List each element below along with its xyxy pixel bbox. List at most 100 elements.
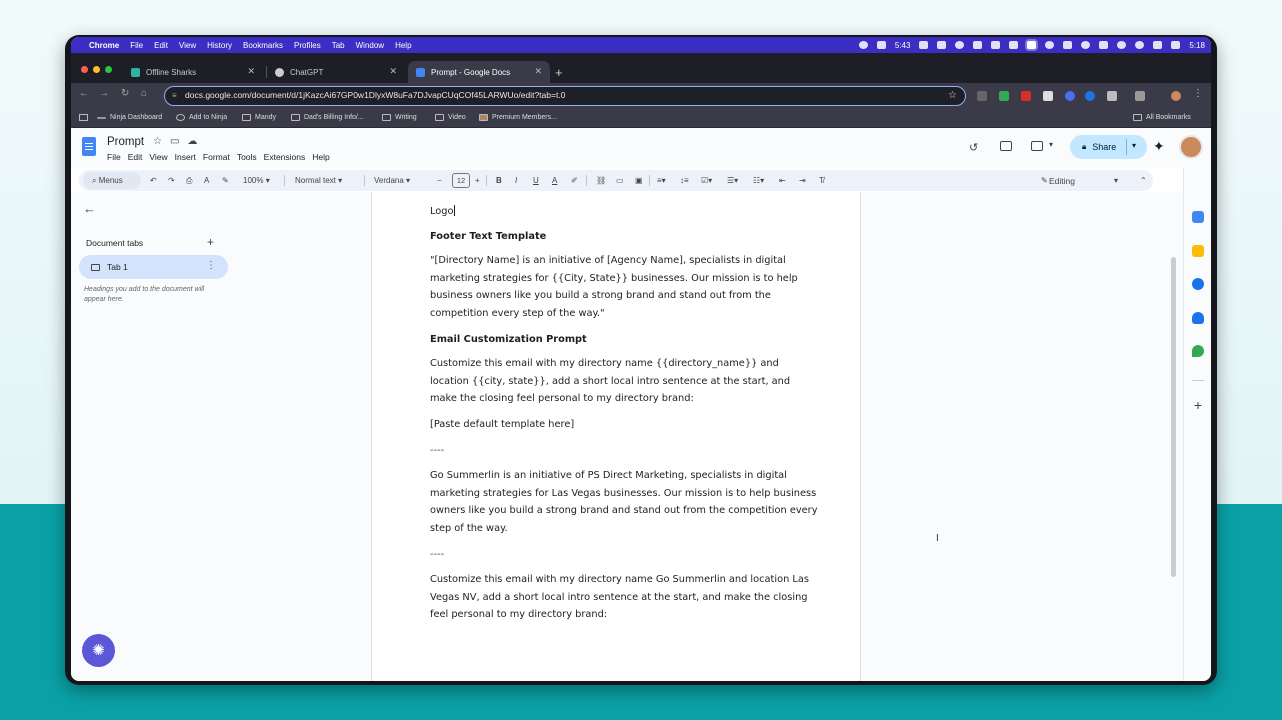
- comments-icon[interactable]: [1000, 141, 1012, 151]
- share-button[interactable]: 🔒︎ Share ▾: [1070, 135, 1147, 159]
- increase-font-size-icon[interactable]: +: [475, 176, 480, 185]
- bookmark-folder-writing[interactable]: Writing: [382, 114, 417, 121]
- bookmark-premium-members[interactable]: Premium Members...: [479, 114, 557, 121]
- gemini-sparkle-icon[interactable]: ✦: [1153, 138, 1165, 155]
- tab-chatgpt[interactable]: ChatGPT ✕: [267, 61, 405, 83]
- highlight-icon[interactable]: ✐: [571, 176, 578, 185]
- close-window-button[interactable]: [81, 66, 88, 73]
- spellcheck-icon[interactable]: A: [204, 176, 209, 185]
- align-icon[interactable]: ≡▾: [657, 176, 666, 185]
- example-prompt-paragraph[interactable]: Customize this email with my directory n…: [430, 571, 820, 624]
- timer-readout[interactable]: 5:43: [895, 41, 911, 50]
- clear-formatting-icon[interactable]: T̸: [819, 176, 824, 185]
- keep-icon[interactable]: [1192, 245, 1204, 257]
- zoom-select[interactable]: 100% ▾: [243, 176, 270, 185]
- footer-template-paragraph[interactable]: "[Directory Name] is an initiative of [A…: [430, 252, 820, 322]
- editing-mode-select[interactable]: Editing: [1049, 176, 1075, 186]
- control-center-icon[interactable]: [1171, 41, 1181, 49]
- sidebar-item-tab-1[interactable]: Tab 1 ⋮: [79, 255, 228, 279]
- floating-action-button[interactable]: ✺: [82, 634, 115, 667]
- chevron-up-icon[interactable]: ⌃: [1140, 176, 1147, 185]
- bulleted-list-icon[interactable]: ☰▾: [727, 176, 738, 185]
- clock[interactable]: 5:18: [1189, 41, 1205, 50]
- logo-line[interactable]: Logo: [430, 203, 820, 221]
- increase-indent-icon[interactable]: ⇥: [799, 176, 806, 185]
- menubar-window[interactable]: Window: [356, 41, 384, 50]
- paint-format-icon[interactable]: ✎: [222, 176, 229, 185]
- menubar-edit[interactable]: Edit: [154, 41, 168, 50]
- add-tab-icon[interactable]: +: [207, 235, 214, 249]
- example-footer-paragraph[interactable]: Go Summerlin is an initiative of PS Dire…: [430, 467, 820, 537]
- reading-list-icon[interactable]: [1135, 91, 1145, 101]
- style-select[interactable]: Normal text ▾: [295, 176, 342, 185]
- tab-offline-sharks[interactable]: Offline Sharks ✕: [123, 61, 263, 83]
- bookmark-add-to-ninja[interactable]: Add to Ninja: [176, 114, 227, 121]
- zoom-window-button[interactable]: [105, 66, 112, 73]
- chevron-down-icon[interactable]: ▾: [1114, 176, 1118, 185]
- divider-line[interactable]: ----: [430, 546, 820, 564]
- document-body[interactable]: Logo Footer Text Template "[Directory Na…: [430, 203, 820, 632]
- status-icon[interactable]: [858, 41, 868, 49]
- extension-icon[interactable]: [1065, 91, 1075, 101]
- font-select[interactable]: Verdana ▾: [374, 176, 410, 185]
- menu-format[interactable]: Format: [203, 152, 230, 162]
- status-icon[interactable]: [1045, 41, 1055, 49]
- comment-icon[interactable]: ▭: [616, 176, 624, 185]
- profile-avatar-icon[interactable]: [1171, 91, 1181, 101]
- menu-extensions[interactable]: Extensions: [264, 152, 306, 162]
- maps-icon[interactable]: [1192, 345, 1204, 357]
- meet-camera-icon[interactable]: [1031, 141, 1043, 151]
- vertical-scrollbar[interactable]: [1171, 257, 1176, 577]
- bold-icon[interactable]: B: [496, 176, 502, 185]
- extension-icon[interactable]: [999, 91, 1009, 101]
- decrease-font-size-icon[interactable]: −: [437, 176, 442, 185]
- undo-icon[interactable]: ↶: [150, 176, 157, 185]
- status-icon[interactable]: [919, 41, 929, 49]
- print-icon[interactable]: ⎙: [186, 176, 192, 186]
- status-icon[interactable]: [973, 41, 983, 49]
- google-docs-logo-icon[interactable]: [82, 137, 96, 156]
- document-title[interactable]: Prompt: [107, 136, 144, 148]
- bookmark-folder-billing[interactable]: Dad's Billing Info/...: [291, 114, 364, 121]
- divider-line[interactable]: ----: [430, 442, 820, 460]
- status-icon[interactable]: [937, 41, 947, 49]
- home-icon[interactable]: ⌂: [141, 88, 147, 99]
- numbered-list-icon[interactable]: ☷▾: [753, 176, 764, 185]
- email-prompt-paragraph[interactable]: Customize this email with my directory n…: [430, 355, 820, 408]
- back-arrow-icon[interactable]: ←: [83, 201, 96, 216]
- back-arrow-icon[interactable]: ←: [79, 88, 89, 99]
- status-icon[interactable]: [1063, 41, 1073, 49]
- menu-help[interactable]: Help: [312, 152, 329, 162]
- extension-icon[interactable]: [1085, 91, 1095, 101]
- screen-mirror-icon[interactable]: [1027, 41, 1037, 49]
- status-icon[interactable]: [955, 41, 965, 49]
- italic-icon[interactable]: I: [515, 176, 517, 185]
- tab-prompt-google-docs[interactable]: Prompt - Google Docs ✕: [408, 61, 550, 83]
- new-tab-icon[interactable]: +: [555, 65, 563, 80]
- menubar-bookmarks[interactable]: Bookmarks: [243, 41, 283, 50]
- bookmark-ninja-dashboard[interactable]: Ninja Dashboard: [97, 114, 162, 121]
- menu-file[interactable]: File: [107, 152, 121, 162]
- forward-arrow-icon[interactable]: →: [99, 88, 109, 99]
- menu-insert[interactable]: Insert: [175, 152, 196, 162]
- footer-heading[interactable]: Footer Text Template: [430, 228, 820, 246]
- status-icon[interactable]: [1117, 41, 1127, 49]
- menubar-history[interactable]: History: [207, 41, 232, 50]
- bookmark-folder-video[interactable]: Video: [435, 114, 466, 121]
- chevron-down-icon[interactable]: ▾: [1049, 140, 1053, 149]
- font-size-input[interactable]: 12: [452, 173, 470, 188]
- text-color-icon[interactable]: A: [552, 176, 557, 185]
- menubar-app[interactable]: Chrome: [89, 41, 119, 50]
- cloud-saved-icon[interactable]: ☁: [187, 136, 197, 147]
- close-tab-icon[interactable]: ✕: [247, 66, 255, 77]
- calendar-icon[interactable]: [1192, 211, 1204, 223]
- checklist-icon[interactable]: ☑▾: [701, 176, 712, 185]
- extension-icon[interactable]: [977, 91, 987, 101]
- version-history-icon[interactable]: ↺: [969, 141, 978, 154]
- chevron-down-icon[interactable]: ▾: [1132, 141, 1136, 150]
- document-page[interactable]: Logo Footer Text Template "[Directory Na…: [371, 192, 861, 681]
- menubar-help[interactable]: Help: [395, 41, 411, 50]
- status-icon[interactable]: [1099, 41, 1109, 49]
- menu-view[interactable]: View: [149, 152, 167, 162]
- link-icon[interactable]: ⛓: [596, 176, 606, 185]
